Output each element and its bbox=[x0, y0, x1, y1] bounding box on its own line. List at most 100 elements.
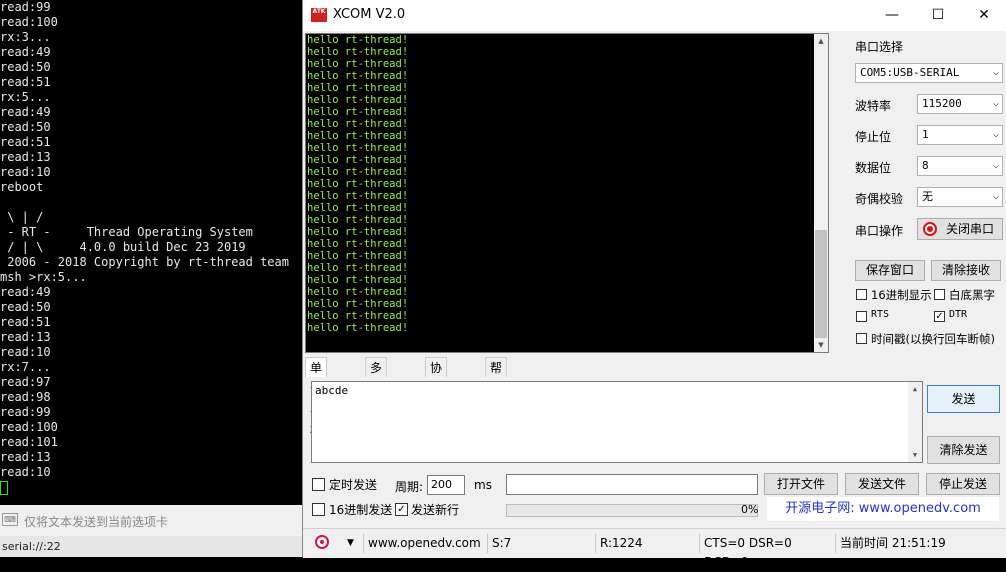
terminal-line: read:99 bbox=[0, 0, 51, 14]
tab-help[interactable]: 帮助 bbox=[485, 357, 508, 395]
receive-line: hello rt-thread! bbox=[307, 202, 409, 214]
port-select[interactable]: COM5:USB-SERIAL ⌵ bbox=[855, 63, 1003, 83]
receive-line: hello rt-thread! bbox=[307, 142, 409, 154]
terminal-line: read:50 bbox=[0, 120, 51, 134]
scroll-down-icon[interactable]: ▼ bbox=[814, 338, 828, 352]
tab-protocol[interactable]: 协议传输 bbox=[425, 357, 448, 435]
send-newline-label: 发送新行 bbox=[411, 503, 460, 517]
status-time: 当前时间 21:51:19 bbox=[835, 534, 1005, 553]
terminal-line: read:99 bbox=[0, 405, 51, 419]
hex-display-label: 16进制显示 bbox=[871, 288, 932, 302]
baud-label: 波特率 bbox=[855, 99, 892, 113]
status-bar: ▼ www.openedv.com S:7 R:1224 CTS=0 DSR=0… bbox=[303, 528, 1006, 569]
close-port-button[interactable]: 关闭串口 bbox=[917, 218, 1003, 240]
terminal-line: read:49 bbox=[0, 45, 51, 59]
chevron-down-icon: ⌵ bbox=[992, 160, 999, 171]
rts-label: RTS bbox=[871, 309, 890, 320]
receive-line: hello rt-thread! bbox=[307, 250, 409, 262]
terminal-cursor bbox=[0, 480, 302, 495]
send-text: abcde bbox=[315, 384, 349, 397]
terminal-line: read:98 bbox=[0, 390, 51, 404]
send-file-button[interactable]: 发送文件 bbox=[845, 473, 919, 495]
terminal-status: serial://:22 bbox=[0, 536, 302, 557]
chevron-down-icon: ⌵ bbox=[992, 129, 999, 140]
clear-send-button[interactable]: 清除发送 bbox=[927, 436, 1000, 464]
timed-send-checkbox[interactable] bbox=[312, 478, 325, 491]
scroll-up-icon[interactable]: ▲ bbox=[908, 382, 922, 396]
receive-line: hello rt-thread! bbox=[307, 34, 409, 46]
promo-link[interactable]: 开源电子网: www.openedv.com bbox=[767, 497, 999, 521]
receive-line: hello rt-thread! bbox=[307, 82, 409, 94]
send-button[interactable]: 发送 bbox=[927, 385, 1000, 413]
minimize-button[interactable]: — bbox=[869, 0, 915, 31]
hex-send-label: 16进制发送 bbox=[329, 503, 393, 517]
hex-display-checkbox[interactable] bbox=[856, 289, 867, 300]
baud-select[interactable]: 115200 ⌵ bbox=[917, 94, 1003, 114]
send-newline-checkbox[interactable]: ✓ bbox=[395, 503, 408, 516]
scroll-thumb[interactable] bbox=[815, 230, 827, 338]
terminal-line: - RT - Thread Operating System bbox=[0, 225, 253, 239]
parity-select[interactable]: 无 ⌵ bbox=[917, 187, 1003, 207]
port-label: 串口选择 bbox=[855, 40, 904, 54]
scroll-down-icon[interactable]: ▼ bbox=[908, 448, 922, 462]
save-window-button[interactable]: 保存窗口 bbox=[855, 260, 925, 281]
receive-line: hello rt-thread! bbox=[307, 214, 409, 226]
receive-line: hello rt-thread! bbox=[307, 118, 409, 130]
receive-line: hello rt-thread! bbox=[307, 58, 409, 70]
stop-send-button[interactable]: 停止发送 bbox=[926, 473, 1000, 495]
status-url[interactable]: www.openedv.com bbox=[363, 534, 485, 553]
maximize-button[interactable]: ☐ bbox=[915, 0, 961, 31]
receive-line: hello rt-thread! bbox=[307, 310, 409, 322]
timed-send-label: 定时发送 bbox=[329, 478, 378, 492]
chevron-down-icon: ⌵ bbox=[992, 98, 999, 109]
terminal-line: 2006 - 2018 Copyright by rt-thread team bbox=[0, 255, 289, 269]
send-input[interactable]: abcde ▲ ▼ bbox=[311, 381, 923, 463]
port-operation-label: 串口操作 bbox=[855, 224, 904, 238]
terminal-line: read:49 bbox=[0, 105, 51, 119]
period-input[interactable]: 200 bbox=[427, 475, 465, 495]
status-sent: S:7 bbox=[487, 534, 593, 553]
terminal-output[interactable]: read:99 read:100 rx:3... read:49 read:50 read… bbox=[0, 0, 302, 505]
tab-multi-send[interactable]: 多条发送 bbox=[365, 357, 388, 435]
receive-scrollbar[interactable]: ▲ ▼ bbox=[814, 34, 828, 352]
file-path-input[interactable] bbox=[506, 474, 758, 495]
chevron-down-icon[interactable]: ▼ bbox=[347, 538, 354, 548]
terminal-line: read:13 bbox=[0, 450, 51, 464]
stop-bits-select[interactable]: 1 ⌵ bbox=[917, 125, 1003, 145]
app-logo-icon: ATK bbox=[311, 8, 327, 22]
receive-line: hello rt-thread! bbox=[307, 226, 409, 238]
dtr-checkbox[interactable]: ✓ bbox=[934, 311, 945, 322]
receive-area[interactable]: hello rt-thread! hello rt-thread! hello rt… bbox=[305, 33, 829, 353]
terminal-line: read:10 bbox=[0, 345, 51, 359]
close-port-label: 关闭串口 bbox=[946, 222, 995, 236]
white-black-checkbox[interactable] bbox=[934, 289, 945, 300]
record-icon[interactable] bbox=[315, 535, 329, 549]
receive-line: hello rt-thread! bbox=[307, 190, 409, 202]
title-bar: ATK XCOM V2.0 — ☐ ✕ bbox=[303, 0, 1006, 31]
close-button[interactable]: ✕ bbox=[961, 0, 1006, 31]
tab-single-send[interactable]: 单条发送 bbox=[305, 357, 328, 435]
terminal-line: read:101 bbox=[0, 435, 58, 449]
open-file-button[interactable]: 打开文件 bbox=[764, 473, 838, 495]
terminal-line: read:100 bbox=[0, 15, 58, 29]
receive-line: hello rt-thread! bbox=[307, 274, 409, 286]
status-received: R:1224 bbox=[595, 534, 697, 553]
data-bits-label: 数据位 bbox=[855, 161, 892, 175]
baud-value: 115200 bbox=[922, 97, 962, 110]
receive-line: hello rt-thread! bbox=[307, 262, 409, 274]
terminal-line: read:49 bbox=[0, 285, 51, 299]
rts-checkbox[interactable] bbox=[856, 311, 867, 322]
send-to-tab-bar[interactable]: ⌨ 仅将文本发送到当前选项卡 bbox=[0, 505, 302, 536]
send-progress-bar bbox=[506, 504, 758, 517]
window-title: XCOM V2.0 bbox=[333, 7, 406, 22]
data-bits-select[interactable]: 8 ⌵ bbox=[917, 156, 1003, 176]
timestamp-checkbox[interactable] bbox=[856, 333, 867, 344]
terminal-line: read:50 bbox=[0, 300, 51, 314]
clear-receive-button[interactable]: 清除接收 bbox=[931, 260, 1001, 281]
hex-send-checkbox[interactable] bbox=[312, 503, 325, 516]
terminal-line: / | \ 4.0.0 build Dec 23 2019 bbox=[0, 240, 246, 254]
receive-line: hello rt-thread! bbox=[307, 322, 409, 334]
white-black-label: 白底黑字 bbox=[949, 288, 995, 302]
scroll-up-icon[interactable]: ▲ bbox=[814, 34, 828, 48]
send-scrollbar[interactable]: ▲ ▼ bbox=[908, 382, 922, 462]
